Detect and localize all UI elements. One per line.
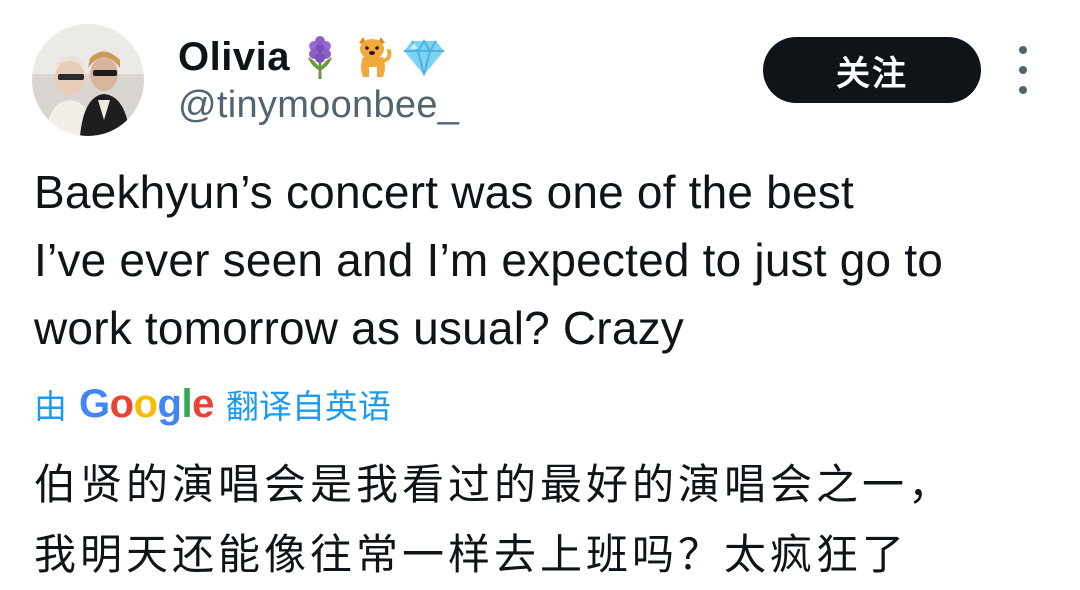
translated-by-google-link[interactable]: 由 Google 翻译自英语: [34, 378, 391, 430]
more-vertical-icon[interactable]: [1008, 46, 1038, 94]
tweet-text-line: work tomorrow as usual? Crazy: [34, 302, 685, 354]
translated-text: 伯贤的演唱会是我看过的最好的演唱会之一， 我明天还能像往常一样去上班吗？太疯狂了: [34, 450, 1064, 590]
tweet-text: Baekhyun’s concert was one of the best I…: [34, 158, 1064, 362]
gem-icon: [402, 35, 446, 79]
translated-from-label: 翻译自英语: [225, 387, 391, 426]
avatar[interactable]: [32, 24, 144, 136]
follow-button[interactable]: 关注: [763, 37, 981, 103]
more-dot: [1019, 66, 1027, 74]
hyacinth-icon: [298, 35, 342, 79]
avatar-photo: [32, 24, 144, 136]
translated-text-line: 伯贤的演唱会是我看过的最好的演唱会之一，: [34, 460, 955, 509]
tweet-text-line: I’ve ever seen and I’m expected to just …: [34, 234, 944, 286]
author-name-row: Olivia: [178, 30, 446, 84]
more-dot: [1019, 46, 1027, 54]
translated-by-label: 由: [34, 387, 67, 426]
tweet-text-line: Baekhyun’s concert was one of the best: [34, 166, 854, 218]
display-name[interactable]: Olivia: [178, 35, 290, 80]
translated-text-line: 我明天还能像往常一样去上班吗？太疯狂了: [34, 530, 909, 579]
google-logo: Google: [79, 381, 214, 426]
more-dot: [1019, 86, 1027, 94]
dog-icon: [350, 35, 394, 79]
user-handle[interactable]: @tinymoonbee_: [178, 84, 459, 127]
